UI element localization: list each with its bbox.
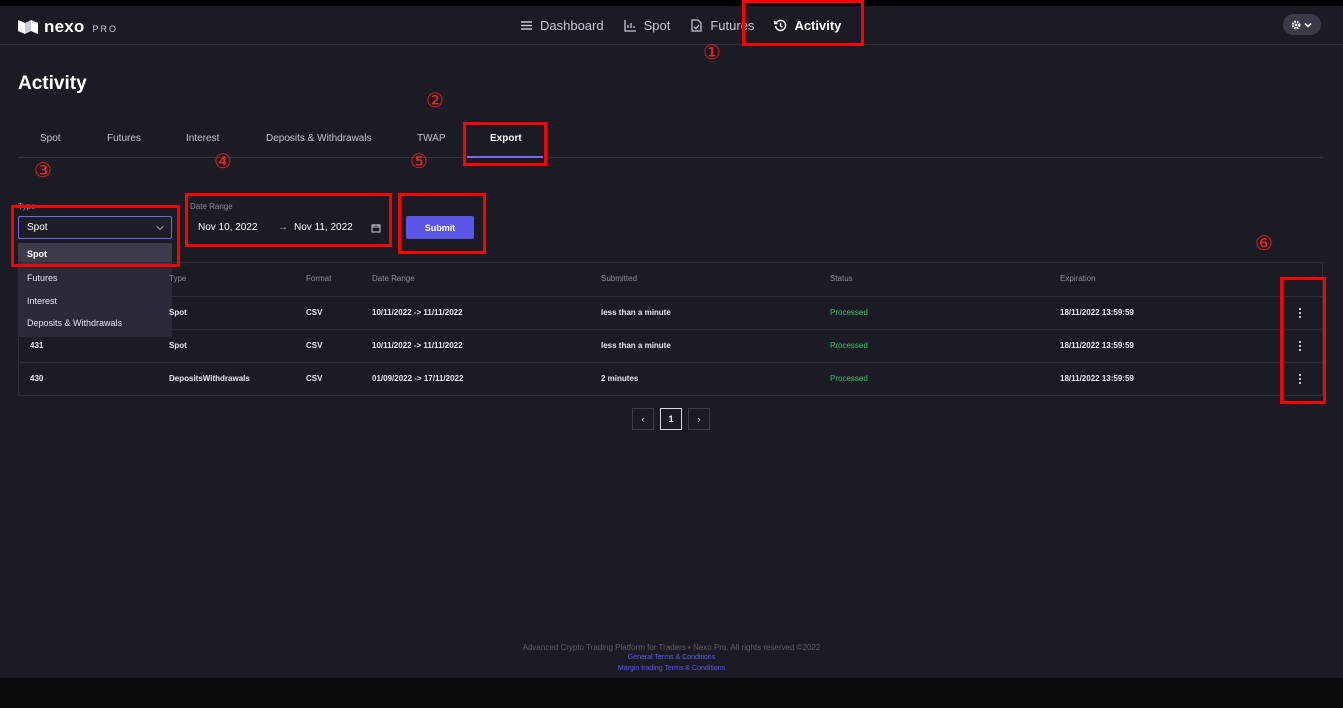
row-status: Processed: [830, 341, 868, 350]
export-table: Type Format Date Range Submitted Status …: [18, 262, 1323, 396]
row-expiration: 18/11/2022 13:59:59: [1060, 308, 1134, 317]
annotation-box-row-actions: [1280, 277, 1326, 404]
table-row: 430 DepositsWithdrawals CSV 01/09/2022 -…: [19, 362, 1322, 395]
row-id: 430: [30, 374, 44, 383]
tab-futures[interactable]: Futures: [107, 133, 141, 144]
column-header-format: Format: [306, 274, 332, 283]
brand-sub: PRO: [92, 24, 118, 34]
nav-spot-label: Spot: [643, 18, 671, 33]
row-date-range: 10/11/2022 -> 11/11/2022: [372, 341, 463, 350]
nav-dashboard-label: Dashboard: [540, 18, 604, 33]
tab-interest[interactable]: Interest: [186, 133, 219, 144]
row-status: Processed: [830, 308, 868, 317]
annotation-box-activity: [742, 0, 864, 46]
row-type: Spot: [169, 308, 187, 317]
row-expiration: 18/11/2022 13:59:59: [1060, 341, 1134, 350]
page-title: Activity: [18, 73, 87, 94]
row-submitted: less than a minute: [601, 341, 671, 350]
brand-name: nexo: [44, 17, 85, 36]
row-expiration: 18/11/2022 13:59:59: [1060, 374, 1134, 383]
annotation-number-6: ⑥: [1255, 231, 1273, 255]
annotation-number-3: ③: [34, 158, 52, 182]
row-date-range: 10/11/2022 -> 11/11/2022: [372, 308, 463, 317]
column-header-submitted: Submitted: [601, 274, 638, 283]
row-status: Processed: [830, 374, 868, 383]
table-row: Spot CSV 10/11/2022 -> 11/11/2022 less t…: [19, 296, 1322, 329]
top-header: nexo PRO Dashboard Spot Futures Activity: [0, 6, 1343, 46]
table-row: 431 Spot CSV 10/11/2022 -> 11/11/2022 le…: [19, 329, 1322, 362]
pagination-next-button[interactable]: ›: [688, 408, 710, 430]
footer-copyright: Advanced Crypto Trading Platform for Tra…: [522, 643, 821, 652]
column-header-date-range: Date Range: [372, 274, 415, 283]
app-window: nexo PRO Dashboard Spot Futures Activity: [0, 6, 1343, 678]
pagination-prev-button[interactable]: ‹: [632, 408, 654, 430]
tab-twap[interactable]: TWAP: [417, 133, 446, 144]
annotation-box-date-range: [185, 193, 392, 247]
tab-spot[interactable]: Spot: [40, 133, 61, 144]
row-date-range: 01/09/2022 -> 17/11/2022: [372, 374, 464, 383]
row-id: 431: [30, 341, 44, 350]
annotation-number-1: ①: [703, 40, 721, 64]
annotation-box-type-select: [11, 205, 180, 267]
pagination-page-1[interactable]: 1: [660, 408, 682, 430]
annotation-box-submit: [398, 193, 486, 254]
annotation-number-4: ④: [214, 149, 232, 173]
footer-link-margin-terms[interactable]: Margin trading Terms & Conditions: [0, 665, 1343, 672]
column-header-status: Status: [830, 274, 853, 283]
column-header-type: Type: [169, 274, 187, 283]
footer-link-general-terms[interactable]: General Terms & Conditions: [0, 654, 1343, 661]
menu-icon: [521, 21, 532, 30]
annotation-number-2: ②: [426, 88, 444, 112]
annotation-number-5: ⑤: [410, 149, 428, 173]
row-type: Spot: [169, 341, 187, 350]
bottom-bar: [0, 678, 1343, 708]
row-type: DepositsWithdrawals: [169, 374, 250, 383]
row-format: CSV: [306, 341, 323, 350]
gear-icon: [1291, 20, 1312, 29]
tab-deposits-withdrawals[interactable]: Deposits & Withdrawals: [266, 133, 372, 144]
row-format: CSV: [306, 374, 323, 383]
nexo-logo-icon: [18, 20, 38, 34]
annotation-box-export-tab: [463, 122, 547, 166]
nav-dashboard[interactable]: Dashboard: [510, 6, 614, 45]
bar-chart-icon: [623, 20, 636, 32]
settings-button[interactable]: [1283, 14, 1321, 35]
row-format: CSV: [306, 308, 323, 317]
row-submitted: 2 minutes: [601, 374, 639, 383]
row-submitted: less than a minute: [601, 308, 671, 317]
nav-spot[interactable]: Spot: [614, 6, 681, 45]
document-icon: [691, 19, 702, 32]
nexo-logo[interactable]: nexo PRO: [18, 17, 118, 37]
column-header-expiration: Expiration: [1060, 274, 1096, 283]
